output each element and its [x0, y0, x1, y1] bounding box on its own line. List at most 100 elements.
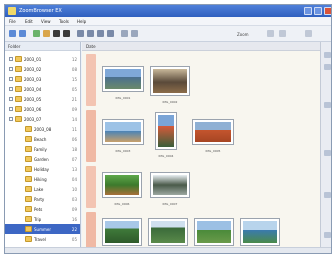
folder-tree-item[interactable]: Pets 09 [5, 204, 80, 214]
folder-tree-item[interactable]: 2003_01 12 [5, 54, 80, 64]
menu-view[interactable]: View [41, 19, 51, 24]
task-icon[interactable] [324, 102, 331, 108]
photo-image [105, 221, 139, 243]
photo-caption: IMG_0003 [115, 149, 131, 153]
expand-icon[interactable] [9, 97, 13, 101]
zoom-out-icon[interactable] [267, 30, 274, 37]
folder-tree-item[interactable]: 2003_08 11 [5, 124, 80, 134]
forward-icon[interactable] [19, 30, 26, 37]
minimize-icon[interactable] [304, 7, 312, 15]
task-icon[interactable] [324, 64, 331, 70]
folder-tree-item[interactable]: 2003_07 14 [5, 114, 80, 124]
folder-count: 22 [71, 227, 77, 232]
folder-count: 15 [71, 77, 77, 82]
folder-tree-item[interactable]: 2003_03 15 [5, 74, 80, 84]
folder-icon [15, 76, 22, 82]
folder-label: 2003_01 [24, 57, 42, 62]
rotate-icon[interactable] [87, 30, 94, 37]
expand-icon[interactable] [9, 57, 13, 61]
task-icon[interactable] [324, 192, 331, 198]
menu-file[interactable]: File [9, 19, 16, 24]
photo-thumbnail[interactable] [192, 119, 234, 145]
photo-thumbnail[interactable] [102, 119, 144, 145]
photo-thumbnail[interactable] [150, 172, 190, 198]
expand-icon[interactable] [9, 67, 13, 71]
folder-tree-item[interactable]: Travel 05 [5, 234, 80, 244]
title-bar: ZoomBrowser EX [5, 5, 331, 17]
folder-tree-item[interactable]: 2003_04 05 [5, 84, 80, 94]
photo-thumbnail[interactable] [150, 66, 190, 96]
view-mode-icon[interactable] [305, 30, 312, 37]
folder-label: Hiking [34, 177, 47, 182]
folder-tree-item[interactable]: Family 18 [5, 144, 80, 154]
folder-tree-item[interactable]: 2003_06 09 [5, 104, 80, 114]
folder-icon [25, 236, 32, 242]
folder-count: 05 [71, 87, 77, 92]
folder-icon [25, 146, 32, 152]
search-icon[interactable] [121, 30, 128, 37]
date-group-marker [86, 212, 96, 252]
menu-edit[interactable]: Edit [25, 19, 33, 24]
task-icon[interactable] [324, 150, 331, 156]
back-icon[interactable] [9, 30, 16, 37]
folder-tab[interactable]: Folder [8, 44, 20, 49]
zoom-in-icon[interactable] [279, 30, 286, 37]
close-icon[interactable] [324, 7, 331, 15]
folder-icon [25, 136, 32, 142]
folder-tree-item[interactable]: Holiday 13 [5, 164, 80, 174]
folder-tree-item[interactable]: Party 03 [5, 194, 80, 204]
folder-tree-item[interactable]: Hiking 04 [5, 174, 80, 184]
folder-icon [15, 106, 22, 112]
date-group-marker [86, 54, 96, 106]
folder-tree-item[interactable]: Beach 06 [5, 134, 80, 144]
task-icon[interactable] [324, 52, 331, 58]
menu-tools[interactable]: Tools [59, 19, 69, 24]
photo-thumbnail[interactable] [155, 112, 177, 150]
folder-count: 13 [71, 167, 77, 172]
folder-label: 2003_03 [24, 77, 42, 82]
properties-icon[interactable] [131, 30, 138, 37]
folder-tree-item[interactable]: 2003_02 08 [5, 64, 80, 74]
expand-icon[interactable] [9, 87, 13, 91]
date-tab[interactable]: Date [86, 44, 96, 49]
photo-image [153, 69, 187, 93]
photo-image [105, 69, 141, 89]
import-icon[interactable] [33, 30, 40, 37]
photo-thumbnail[interactable] [102, 172, 142, 198]
folder-tree-item[interactable]: Garden 07 [5, 154, 80, 164]
photo-thumbnail[interactable] [194, 218, 234, 246]
toolbar: Zoom [5, 26, 331, 42]
expand-icon[interactable] [9, 107, 13, 111]
photo-thumbnail[interactable] [102, 66, 144, 92]
slideshow-icon[interactable] [107, 30, 114, 37]
photo-thumbnail[interactable] [102, 218, 142, 246]
thumbnail-pane-header: Date [82, 42, 320, 51]
folder-label: Garden [34, 157, 49, 162]
task-icon[interactable] [324, 232, 331, 238]
status-bar [5, 247, 331, 253]
photo-thumbnail[interactable] [240, 218, 280, 246]
expand-icon[interactable] [9, 117, 13, 121]
photo-image [195, 122, 231, 142]
photo-caption: IMG_0005 [205, 149, 221, 153]
edit-icon[interactable] [97, 30, 104, 37]
photo-thumbnail[interactable] [148, 218, 188, 246]
folder-count: 21 [71, 97, 77, 102]
photo-image [151, 221, 185, 243]
email-icon[interactable] [77, 30, 84, 37]
thumbnail-pane: Date IMG_0001 IMG_0002 IMG_0003 IMG_0004 IMG… [82, 42, 320, 253]
folder-label: 2003_02 [24, 67, 42, 72]
print-icon[interactable] [63, 30, 70, 37]
camera-icon[interactable] [53, 30, 60, 37]
folder-tree-item[interactable]: Summer 22 [5, 224, 80, 234]
folder-icon[interactable] [43, 30, 50, 37]
date-group-marker [86, 166, 96, 208]
folder-tree-item[interactable]: Trip 16 [5, 214, 80, 224]
maximize-icon[interactable] [314, 7, 322, 15]
menu-help[interactable]: Help [77, 19, 86, 24]
folder-tree-item[interactable]: Lake 10 [5, 184, 80, 194]
folder-pane-header: Folder [5, 42, 80, 51]
folder-icon [15, 66, 22, 72]
expand-icon[interactable] [9, 77, 13, 81]
folder-tree-item[interactable]: 2003_05 21 [5, 94, 80, 104]
